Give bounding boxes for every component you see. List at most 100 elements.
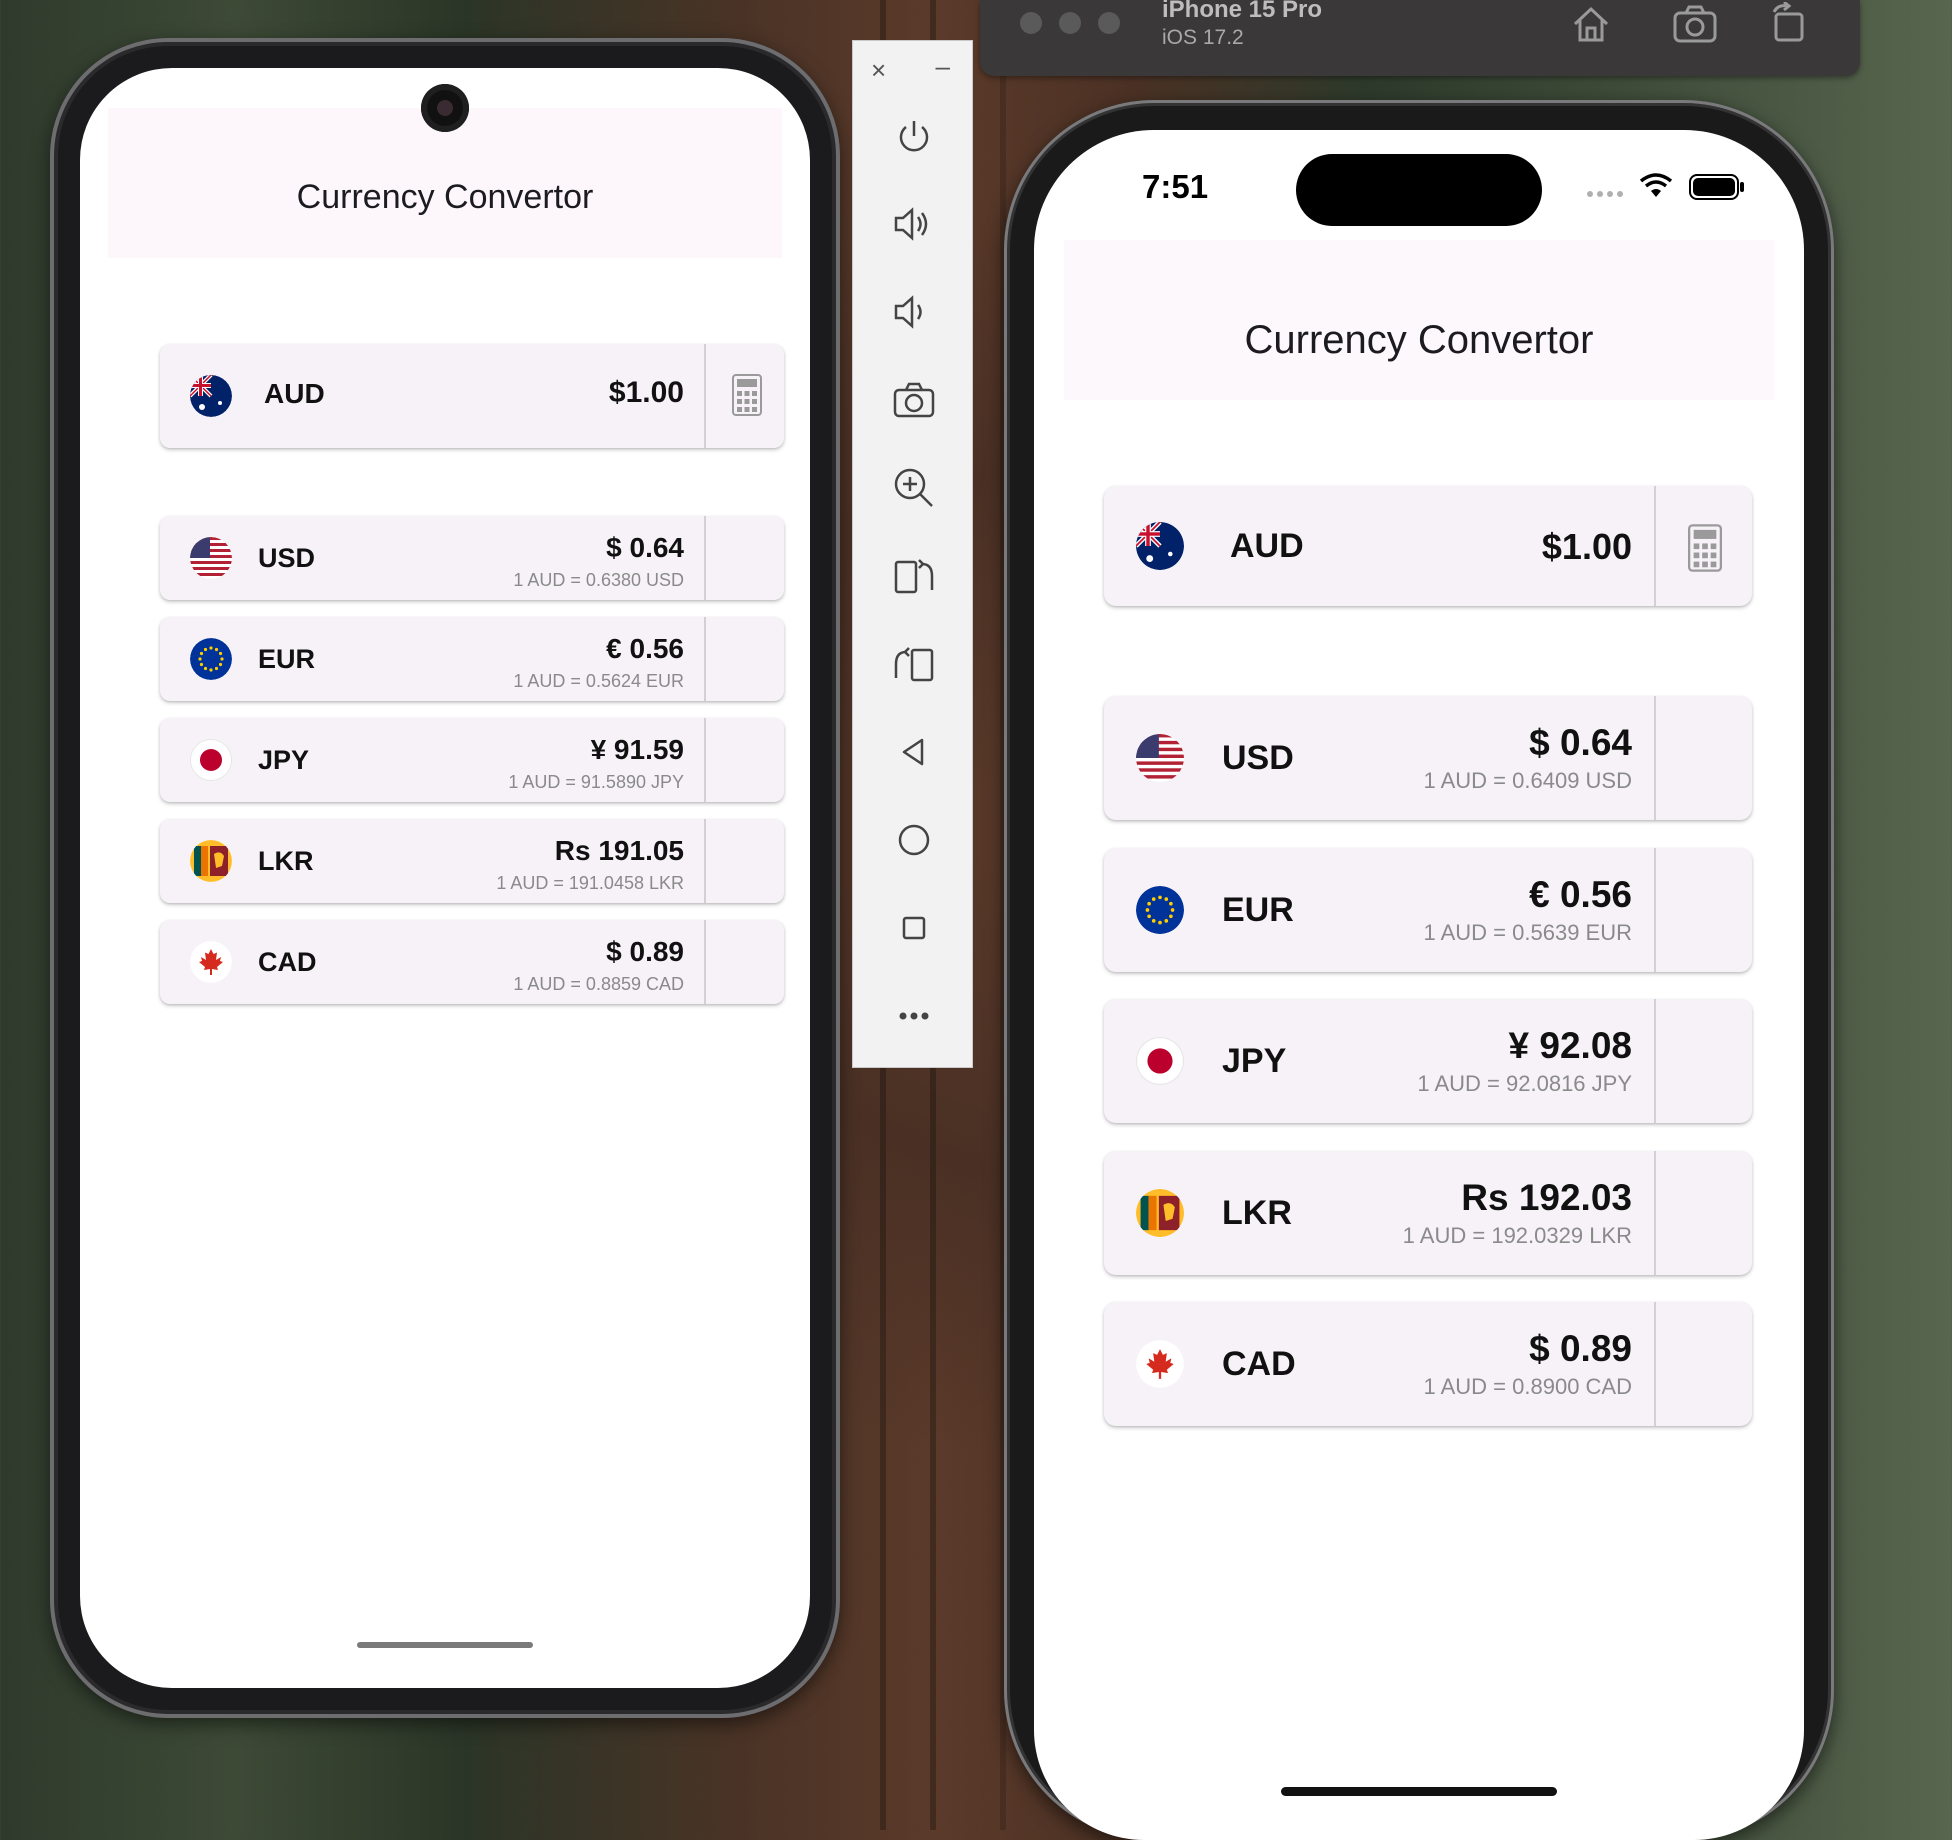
- overview-icon: [902, 916, 925, 940]
- exchange-rate-text: 1 AUD = 92.0816 JPY: [1417, 1071, 1632, 1096]
- dynamic-island: [1296, 154, 1542, 226]
- exchange-rate-text: 1 AUD = 191.0458 LKR: [496, 873, 684, 893]
- lk-flag-icon: [1136, 1188, 1184, 1237]
- home-button[interactable]: [853, 810, 974, 870]
- base-currency-card[interactable]: AUD $1.00: [160, 344, 784, 448]
- exchange-rate-text: 1 AUD = 192.0329 LKR: [1402, 1222, 1632, 1248]
- eu-flag-icon: [190, 638, 232, 680]
- rotate-icon[interactable]: [1768, 0, 1808, 49]
- volume-up-button[interactable]: [853, 194, 974, 254]
- converted-amount: Rs 192.03: [1461, 1176, 1632, 1218]
- device-name: iPhone 15 Pro: [1162, 0, 1323, 23]
- simulator-titlebar: iPhone 15 Pro iOS 17.2: [980, 0, 1860, 76]
- us-flag-icon: [190, 537, 232, 579]
- exchange-rate-text: 1 AUD = 0.6409 USD: [1423, 768, 1632, 793]
- close-window-button[interactable]: [1020, 12, 1042, 34]
- us-flag-icon: [1136, 734, 1184, 782]
- au-flag-icon: [190, 375, 232, 417]
- currency-card-lkr[interactable]: LKR Rs 191.05 1 AUD = 191.0458 LKR: [160, 819, 784, 903]
- card-divider: [1654, 696, 1656, 820]
- back-button[interactable]: [853, 722, 974, 782]
- ca-flag-icon: [1136, 1340, 1184, 1388]
- rotate-left-icon: [894, 559, 933, 594]
- home-indicator[interactable]: [357, 1642, 533, 1648]
- eu-flag-icon: [1136, 885, 1184, 934]
- home-icon[interactable]: [1570, 4, 1612, 49]
- more-button[interactable]: [853, 986, 974, 1046]
- base-currency-card[interactable]: AUD $1.00: [1104, 486, 1752, 606]
- card-divider: [1654, 1150, 1656, 1275]
- currency-card-cad[interactable]: CAD $ 0.89 1 AUD = 0.8859 CAD: [160, 920, 784, 1004]
- exchange-rate-text: 1 AUD = 0.8859 CAD: [513, 974, 684, 994]
- home-indicator[interactable]: [1281, 1787, 1557, 1796]
- screenshot-icon[interactable]: [1672, 4, 1718, 49]
- status-time: 7:51: [1142, 168, 1209, 205]
- calculator-icon[interactable]: [1688, 524, 1722, 577]
- front-camera: [421, 84, 469, 132]
- lk-flag-icon: [190, 840, 232, 882]
- currency-code: LKR: [1222, 1193, 1292, 1232]
- currency-code: EUR: [258, 643, 316, 674]
- base-amount[interactable]: $1.00: [1542, 526, 1632, 568]
- exchange-rate-text: 1 AUD = 91.5890 JPY: [508, 772, 684, 792]
- currency-code: CAD: [258, 946, 317, 977]
- converted-amount: ¥ 91.59: [590, 734, 684, 765]
- currency-code: USD: [1222, 739, 1294, 777]
- jp-flag-icon: [190, 739, 232, 781]
- converted-amount: Rs 191.05: [554, 835, 684, 866]
- currency-card-jpy[interactable]: JPY ¥ 92.08 1 AUD = 92.0816 JPY: [1104, 999, 1752, 1123]
- android-screen: Currency Convertor AUD $1.00 USD $ 0.64 1 …: [80, 68, 810, 1688]
- minimize-button[interactable]: –: [936, 51, 950, 82]
- currency-card-cad[interactable]: CAD $ 0.89 1 AUD = 0.8900 CAD: [1104, 1302, 1752, 1426]
- card-divider: [704, 718, 706, 802]
- currency-card-eur[interactable]: EUR € 0.56 1 AUD = 0.5639 EUR: [1104, 847, 1752, 972]
- calculator-icon[interactable]: [732, 374, 762, 421]
- currency-code: USD: [258, 542, 316, 573]
- screenshot-button[interactable]: [853, 370, 974, 430]
- volume-down-button[interactable]: [853, 282, 974, 342]
- android-emulator: Currency Convertor AUD $1.00 USD $ 0.64 1 …: [50, 38, 840, 1718]
- base-amount[interactable]: $1.00: [609, 376, 684, 410]
- currency-code: CAD: [1222, 1345, 1296, 1383]
- home-icon: [898, 824, 929, 856]
- currency-card-jpy[interactable]: JPY ¥ 91.59 1 AUD = 91.5890 JPY: [160, 718, 784, 802]
- currency-code: JPY: [258, 744, 310, 775]
- currency-card-lkr[interactable]: LKR Rs 192.03 1 AUD = 192.0329 LKR: [1104, 1150, 1752, 1275]
- power-button[interactable]: [853, 106, 974, 166]
- card-divider: [1654, 847, 1656, 972]
- rotate-right-button[interactable]: [853, 634, 974, 694]
- overview-button[interactable]: [853, 898, 974, 958]
- rotate-left-button[interactable]: [853, 546, 974, 606]
- converted-amount: € 0.56: [1529, 873, 1632, 915]
- converted-amount: $ 0.64: [1529, 722, 1632, 763]
- base-currency-code[interactable]: AUD: [264, 378, 325, 410]
- exchange-rate-text: 1 AUD = 0.5639 EUR: [1423, 919, 1632, 945]
- currency-card-eur[interactable]: EUR € 0.56 1 AUD = 0.5624 EUR: [160, 617, 784, 701]
- card-divider: [704, 344, 706, 448]
- jp-flag-icon: [1136, 1037, 1184, 1085]
- zoom-button[interactable]: [853, 458, 974, 518]
- base-currency-code[interactable]: AUD: [1230, 527, 1304, 566]
- converted-amount: € 0.56: [606, 633, 684, 664]
- currency-code: LKR: [258, 845, 314, 876]
- currency-card-usd[interactable]: USD $ 0.64 1 AUD = 0.6380 USD: [160, 516, 784, 600]
- volume-up-icon: [894, 207, 927, 241]
- emulator-toolbar: × –: [852, 40, 973, 1068]
- currency-card-usd[interactable]: USD $ 0.64 1 AUD = 0.6409 USD: [1104, 696, 1752, 820]
- card-divider: [704, 920, 706, 1004]
- ca-flag-icon: [190, 941, 232, 983]
- battery-icon: [1689, 174, 1745, 205]
- close-button[interactable]: ×: [871, 55, 886, 86]
- signal-dots-icon: [1586, 186, 1626, 204]
- zoom-icon: [894, 468, 933, 507]
- converted-amount: $ 0.89: [1529, 1328, 1632, 1369]
- back-icon: [902, 738, 923, 766]
- currency-code: JPY: [1222, 1042, 1287, 1080]
- converted-amount: $ 0.89: [606, 936, 684, 967]
- zoom-window-button[interactable]: [1098, 12, 1120, 34]
- page-title: Currency Convertor: [1244, 318, 1594, 362]
- minimize-window-button[interactable]: [1059, 12, 1081, 34]
- converted-amount: ¥ 92.08: [1508, 1025, 1632, 1066]
- exchange-rate-text: 1 AUD = 0.5624 EUR: [513, 671, 684, 691]
- card-divider: [1654, 486, 1656, 606]
